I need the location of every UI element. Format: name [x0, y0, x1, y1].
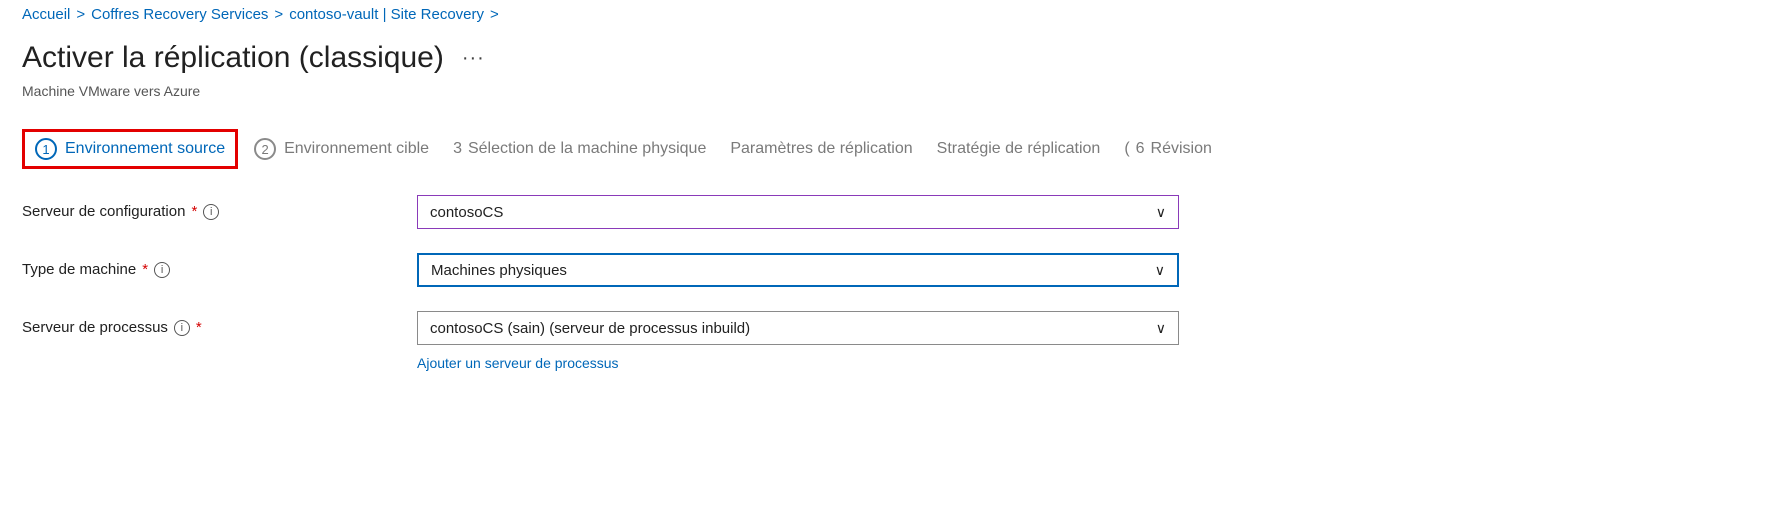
required-indicator: * [191, 203, 197, 220]
step-physical-machine-selection[interactable]: 3 Sélection de la machine physique [445, 134, 714, 164]
select-value: contosoCS [430, 204, 503, 221]
form-row-process-server: Serveur de processus i * contosoCS (sain… [22, 311, 1747, 371]
breadcrumb-vaults[interactable]: Coffres Recovery Services [91, 6, 268, 23]
breadcrumb: Accueil > Coffres Recovery Services > co… [0, 0, 1769, 33]
step-label: Environnement source [65, 140, 225, 158]
wizard-steps: 1 Environnement source 2 Environnement c… [0, 129, 1769, 195]
machine-type-label: Type de machine [22, 261, 136, 278]
step-number-icon: 6 [1136, 140, 1145, 158]
required-indicator: * [142, 261, 148, 278]
add-process-server-link[interactable]: Ajouter un serveur de processus [417, 355, 1179, 371]
required-indicator: * [196, 319, 202, 336]
chevron-right-icon: > [490, 6, 499, 23]
page-title: Activer la réplication (classique) [22, 41, 444, 75]
page-subtitle: Machine VMware vers Azure [22, 83, 1747, 99]
machine-type-select[interactable]: Machines physiques ∨ [417, 253, 1179, 287]
step-number-open: ( [1124, 140, 1129, 158]
step-label: Stratégie de réplication [937, 140, 1101, 158]
step-number-icon: 1 [35, 138, 57, 160]
step-label: Révision [1151, 140, 1212, 158]
info-icon[interactable]: i [174, 320, 190, 336]
step-review[interactable]: ( 6 Révision [1116, 134, 1220, 164]
select-value: contosoCS (sain) (serveur de processus i… [430, 320, 750, 337]
step-replication-policy[interactable]: Stratégie de réplication [929, 134, 1109, 164]
process-server-label: Serveur de processus [22, 319, 168, 336]
config-server-select[interactable]: contosoCS ∨ [417, 195, 1179, 229]
step-number-icon: 3 [453, 140, 462, 158]
form-container: Serveur de configuration * i contosoCS ∨… [0, 195, 1769, 371]
config-server-label: Serveur de configuration [22, 203, 185, 220]
more-actions-button[interactable]: ··· [462, 47, 485, 70]
step-number-icon: 2 [254, 138, 276, 160]
page-header: Activer la réplication (classique) ··· M… [0, 33, 1769, 129]
form-row-config-server: Serveur de configuration * i contosoCS ∨ [22, 195, 1747, 229]
step-source-environment[interactable]: 1 Environnement source [22, 129, 238, 169]
step-replication-settings[interactable]: Paramètres de réplication [722, 134, 920, 164]
info-icon[interactable]: i [203, 204, 219, 220]
chevron-right-icon: > [76, 6, 85, 23]
process-server-select[interactable]: contosoCS (sain) (serveur de processus i… [417, 311, 1179, 345]
form-row-machine-type: Type de machine * i Machines physiques ∨ [22, 253, 1747, 287]
select-value: Machines physiques [431, 262, 567, 279]
info-icon[interactable]: i [154, 262, 170, 278]
step-label: Sélection de la machine physique [468, 140, 706, 158]
step-target-environment[interactable]: 2 Environnement cible [246, 132, 437, 166]
step-label: Environnement cible [284, 140, 429, 158]
chevron-down-icon: ∨ [1156, 204, 1166, 221]
breadcrumb-home[interactable]: Accueil [22, 6, 70, 23]
breadcrumb-vault-recovery[interactable]: contoso-vault | Site Recovery [289, 6, 484, 23]
step-label: Paramètres de réplication [730, 140, 912, 158]
chevron-right-icon: > [274, 6, 283, 23]
chevron-down-icon: ∨ [1155, 262, 1165, 279]
chevron-down-icon: ∨ [1156, 320, 1166, 337]
